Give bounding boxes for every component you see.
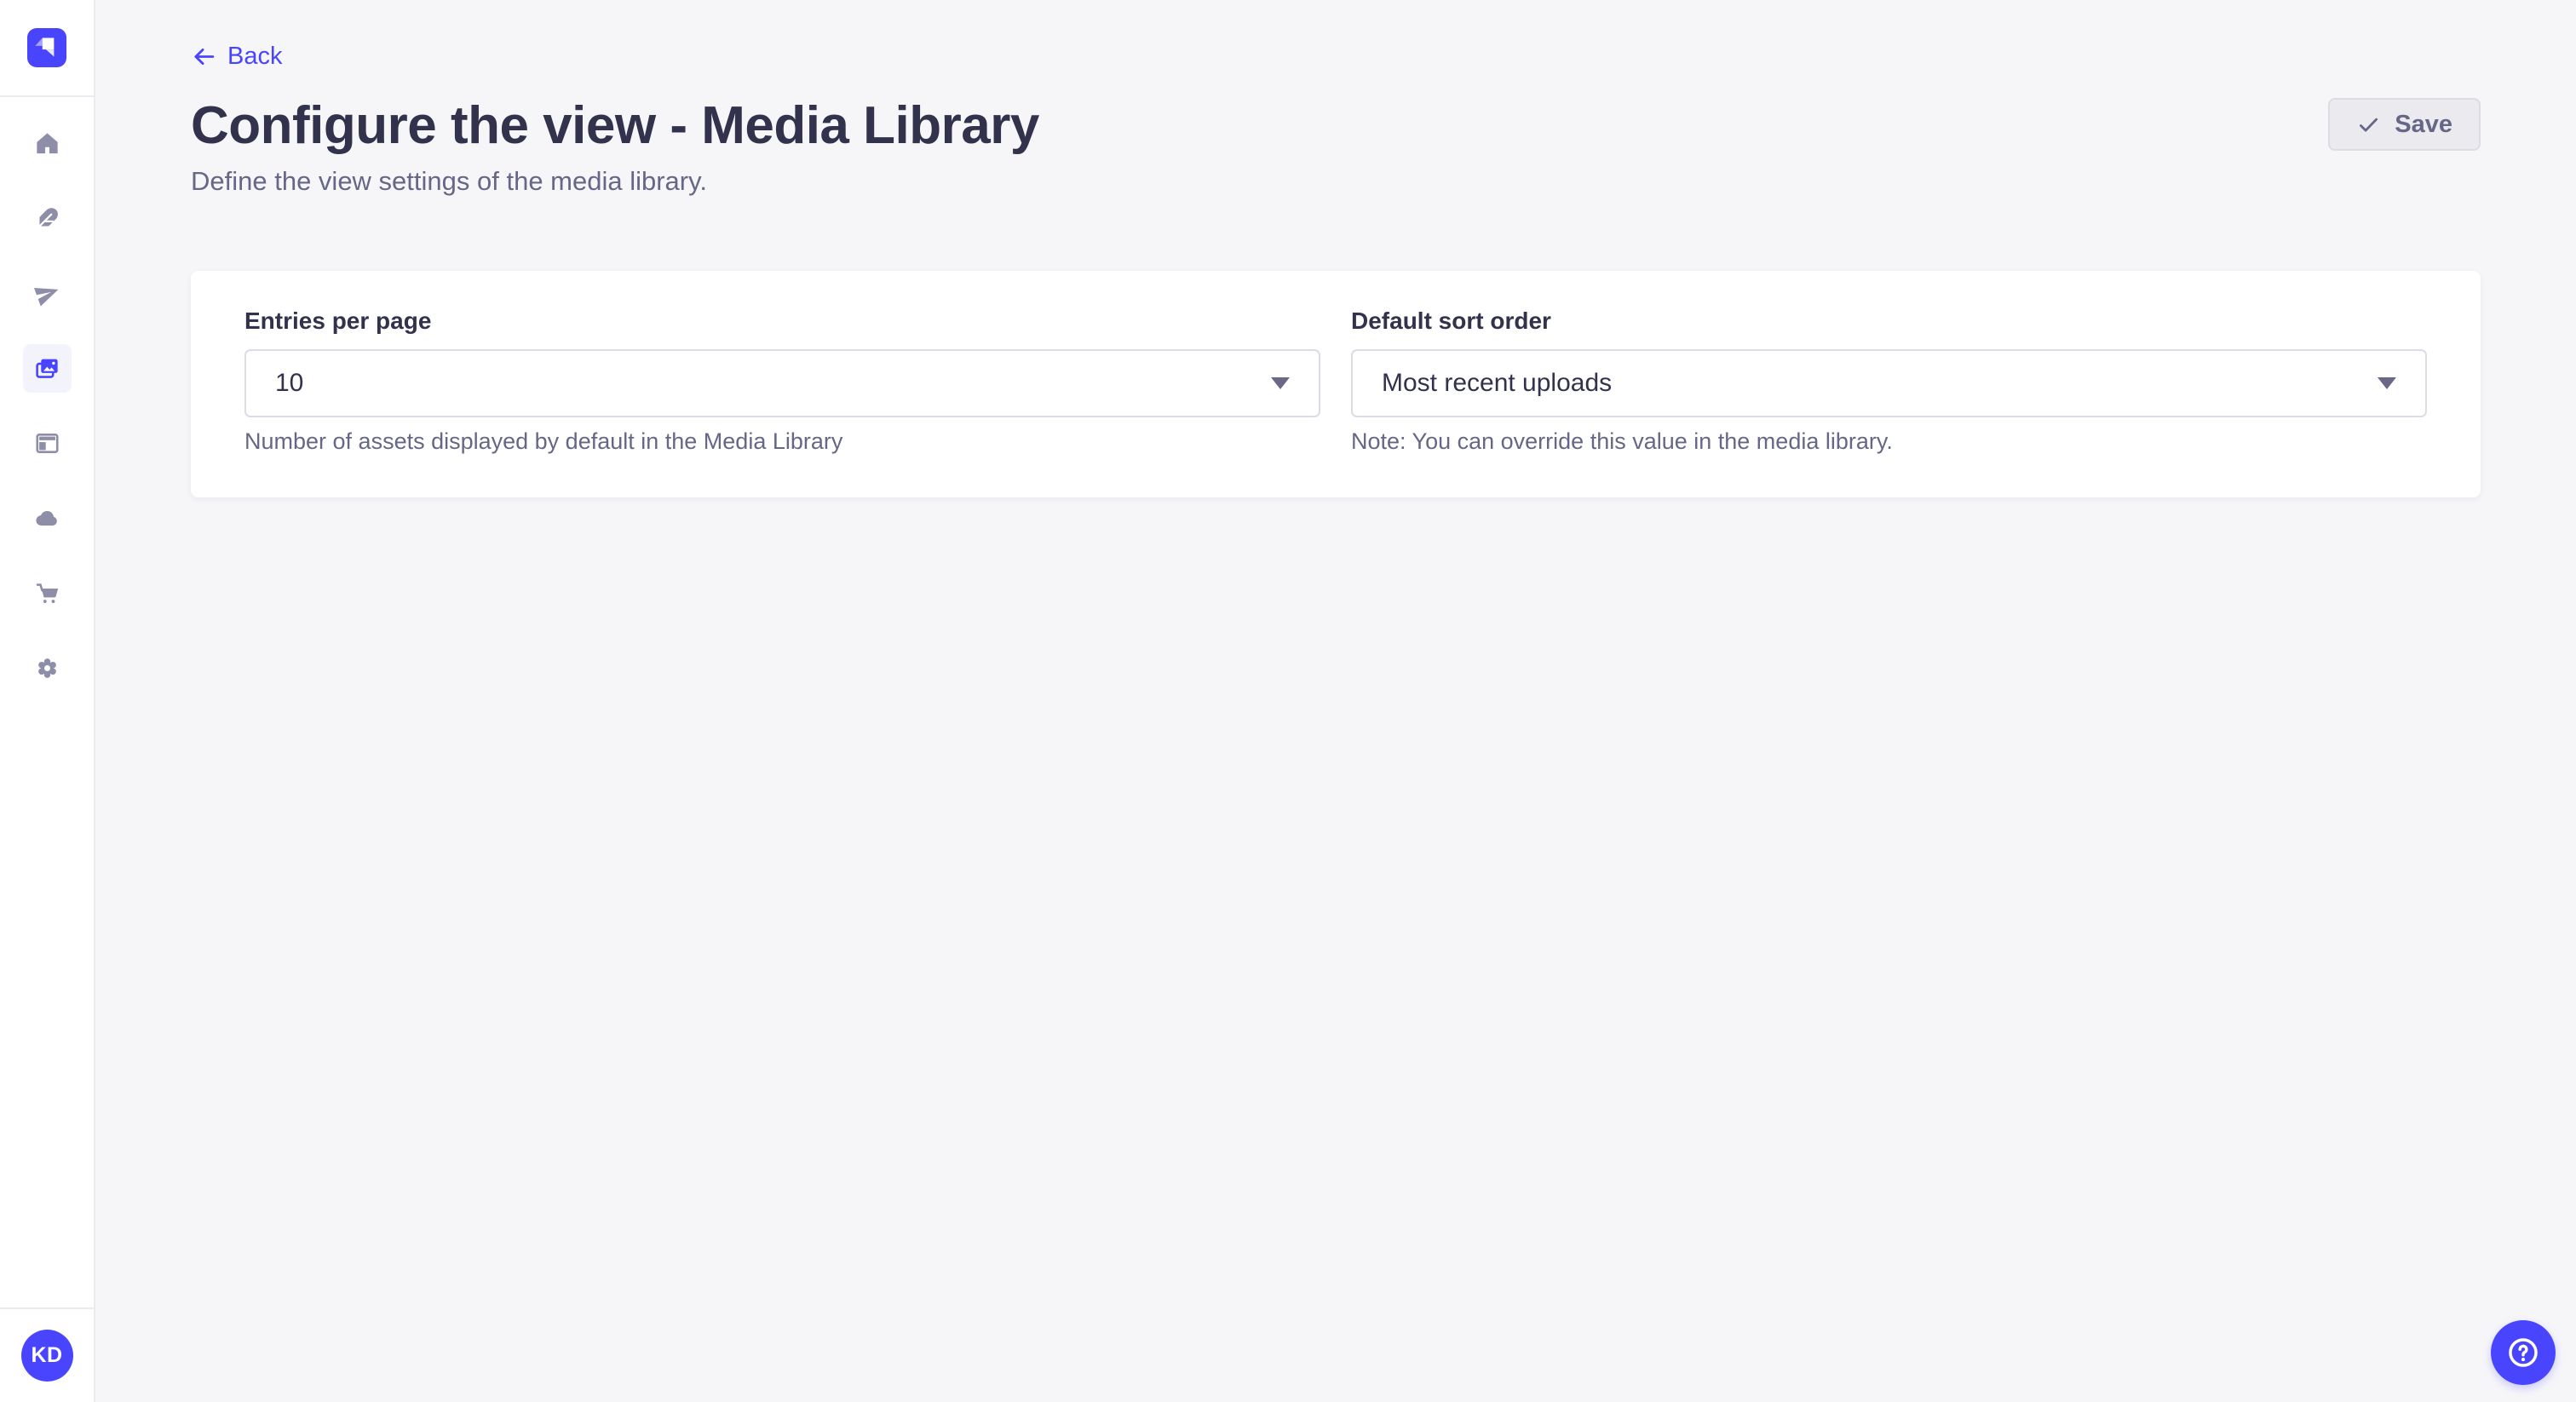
page-header-text: Configure the view - Media Library Defin… (191, 96, 1039, 197)
shopping-cart-icon (34, 580, 60, 606)
page-header: Configure the view - Media Library Defin… (191, 96, 2481, 197)
main-content: Back Configure the view - Media Library … (95, 0, 2576, 1402)
strapi-logo-icon[interactable] (27, 28, 66, 67)
sidebar-item-releases[interactable] (23, 269, 72, 318)
help-question-icon (2504, 1334, 2542, 1371)
sidebar-nav (0, 97, 94, 692)
default-sort-order-value: Most recent uploads (1382, 369, 1612, 398)
entries-per-page-hint: Number of assets displayed by default in… (244, 428, 1320, 455)
sidebar-item-content-builder[interactable] (23, 194, 72, 243)
save-button[interactable]: Save (2328, 98, 2481, 151)
logo-container (0, 0, 94, 97)
entries-per-page-label: Entries per page (244, 308, 1320, 335)
home-icon (34, 130, 60, 157)
sidebar-item-settings[interactable] (23, 644, 72, 692)
view-settings-card: Entries per page 10 Number of assets dis… (191, 271, 2481, 497)
entries-per-page-value: 10 (275, 369, 303, 398)
feather-content-icon (34, 205, 60, 232)
back-label: Back (227, 43, 282, 71)
sidebar-item-marketplace[interactable] (23, 569, 72, 618)
sidebar-item-media-library[interactable] (23, 344, 72, 393)
layout-panels-icon (34, 430, 60, 457)
avatar-initials: KD (31, 1343, 62, 1368)
sidebar-footer: KD (0, 1307, 94, 1402)
sidebar-item-home[interactable] (23, 119, 72, 168)
arrow-left-icon (191, 43, 217, 70)
entries-per-page-select[interactable]: 10 (244, 349, 1320, 417)
default-sort-order-select[interactable]: Most recent uploads (1351, 349, 2427, 417)
app-root: KD Back Configure the view - Media Libra… (0, 0, 2576, 1402)
help-button[interactable] (2491, 1320, 2556, 1385)
chevron-down-icon (1271, 377, 1290, 389)
sidebar: KD (0, 0, 95, 1402)
cloud-icon (34, 505, 60, 531)
paper-plane-icon (34, 280, 60, 307)
default-sort-order-hint: Note: You can override this value in the… (1351, 428, 2427, 455)
default-sort-order-label: Default sort order (1351, 308, 2427, 335)
back-link[interactable]: Back (191, 43, 282, 71)
settings-gear-icon (34, 655, 60, 681)
field-default-sort-order: Default sort order Most recent uploads N… (1351, 308, 2427, 455)
check-icon (2356, 112, 2381, 137)
sidebar-item-content-manager[interactable] (23, 419, 72, 468)
media-library-icon (34, 355, 60, 382)
page-subtitle: Define the view settings of the media li… (191, 166, 1039, 197)
field-entries-per-page: Entries per page 10 Number of assets dis… (244, 308, 1320, 455)
sidebar-item-cloud[interactable] (23, 494, 72, 543)
chevron-down-icon (2378, 377, 2396, 389)
page-title: Configure the view - Media Library (191, 96, 1039, 155)
avatar[interactable]: KD (21, 1330, 73, 1382)
save-label: Save (2395, 111, 2452, 139)
